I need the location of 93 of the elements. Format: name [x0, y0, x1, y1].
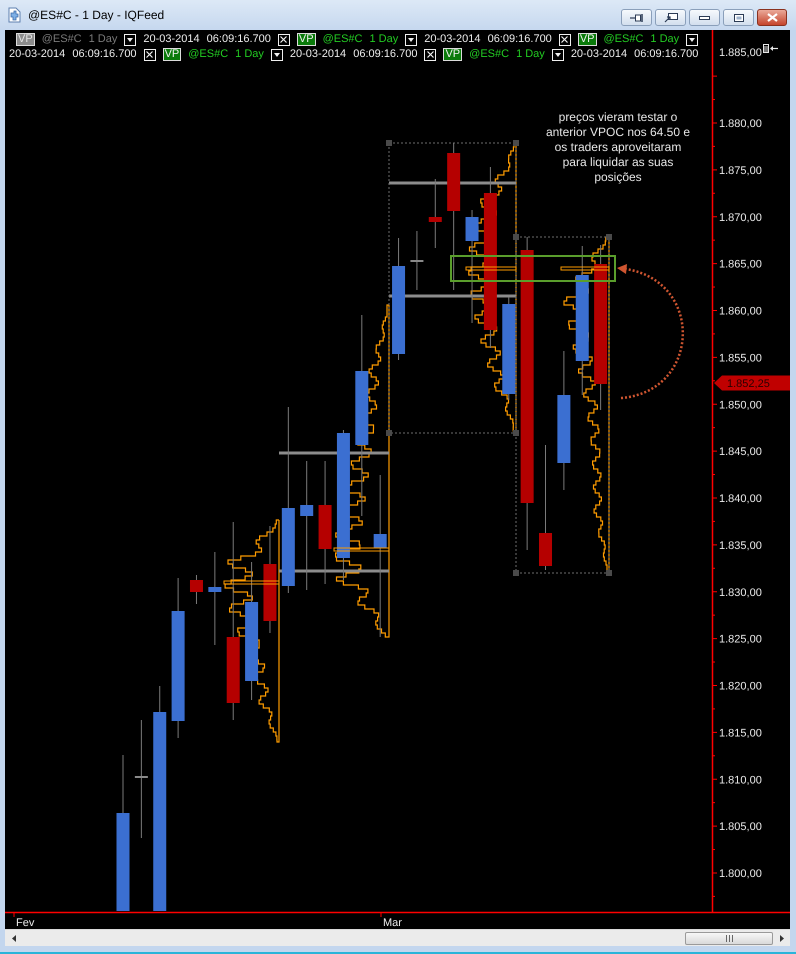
close-button[interactable] [278, 34, 290, 46]
annotation-text: preços vieram testar o anterior VPOC nos 64.50 e os traders aproveitaram para liquidar as suas posições [544, 110, 692, 185]
poc-line [224, 580, 280, 584]
symbol-label: @ES#C [604, 33, 644, 46]
caret-icon [408, 38, 414, 42]
dropdown-button[interactable] [124, 34, 136, 46]
price-label: 1.850,00 [719, 399, 762, 412]
interval-label: 1 Day [650, 33, 680, 46]
horizontal-scrollbar[interactable] [5, 929, 790, 946]
handle-icon[interactable] [513, 140, 519, 146]
popout-button[interactable] [655, 9, 686, 26]
window-title: @ES#C - 1 Day - IQFeed [28, 8, 164, 22]
close-icon [561, 36, 568, 43]
poc-line [466, 266, 516, 270]
price-label: 1.880,00 [719, 118, 762, 130]
price-label: 1.845,00 [719, 446, 762, 458]
price-label: 1.835,00 [719, 540, 762, 552]
symbol-label: @ES#C [322, 33, 362, 46]
close-icon [766, 13, 778, 22]
candle [190, 574, 203, 604]
close-button[interactable] [424, 48, 436, 60]
minimize-icon [699, 16, 710, 20]
close-button[interactable] [144, 48, 156, 60]
dropdown-button[interactable] [405, 34, 418, 46]
handle-icon[interactable] [386, 140, 392, 146]
price-label: 1.810,00 [719, 774, 762, 786]
price-label: 1.875,00 [719, 164, 762, 177]
close-icon [146, 51, 154, 58]
app-icon[interactable] [6, 7, 22, 23]
maximize-icon [734, 14, 744, 22]
poc-line [334, 548, 390, 552]
price-label: 1.865,00 [719, 258, 762, 271]
price-label: 1.855,00 [719, 352, 762, 364]
interval-label: 1 Day [235, 48, 264, 61]
price-label: 1.825,00 [719, 634, 762, 646]
price-label: 1.860,00 [719, 306, 762, 318]
price-label: 1.820,00 [719, 680, 762, 692]
timestamp-label: 20-03-2014 06:09:16.700 [570, 48, 698, 61]
indicator-toggle[interactable]: VP [578, 33, 596, 46]
price-label: 1.805,00 [719, 821, 762, 834]
close-button[interactable] [558, 34, 571, 46]
caret-icon [127, 38, 134, 42]
indicator-toggle[interactable]: VP [443, 48, 462, 61]
scrollbar-thumb[interactable] [685, 932, 773, 944]
price-label: 1.870,00 [719, 212, 762, 224]
symbol-label: @ES#C [42, 33, 82, 46]
list-arrow-icon[interactable] [763, 44, 778, 53]
price-label: 1.885,00 [719, 47, 762, 60]
candle [428, 178, 442, 248]
close-window-button[interactable] [757, 9, 787, 26]
date-label: Fev [16, 917, 34, 929]
interval-label: 1 Day [88, 33, 118, 46]
timestamp-label: 20-03-2014 06:09:16.700 [9, 48, 137, 61]
date-label: Mar [383, 917, 402, 929]
caret-icon [689, 38, 696, 42]
timestamp-label: 20-03-2014 06:09:16.700 [424, 33, 552, 46]
timestamp-label: 20-03-2014 06:09:16.700 [143, 33, 271, 46]
price-label: 1.815,00 [719, 727, 762, 740]
indicator-toggle[interactable]: VP [16, 33, 35, 46]
handle-icon[interactable] [606, 234, 612, 240]
poc-line [560, 266, 610, 270]
right-arrow-icon [780, 934, 784, 942]
handle-icon[interactable] [386, 430, 392, 436]
pin-button[interactable] [621, 9, 652, 26]
minimize-button[interactable] [689, 9, 720, 26]
price-label: 1.830,00 [719, 586, 762, 599]
pin-icon [630, 14, 644, 22]
grip-icon [726, 934, 732, 942]
close-icon [280, 36, 288, 43]
interval-label: 1 Day [370, 33, 398, 46]
dropdown-button[interactable] [552, 48, 564, 60]
indicator-toggle[interactable]: VP [296, 33, 316, 46]
price-label: 1.840,00 [719, 493, 762, 505]
close-icon [426, 51, 434, 58]
dropdown-button[interactable] [686, 34, 698, 46]
candle [410, 230, 424, 290]
handle-icon[interactable] [513, 570, 519, 576]
price-label: 1.800,00 [719, 868, 762, 880]
handle-icon[interactable] [513, 430, 519, 436]
window-arrow-icon [664, 12, 678, 22]
handle-icon[interactable] [513, 234, 519, 240]
interval-label: 1 Day [516, 48, 545, 61]
indicator-toggle[interactable]: VP [162, 48, 182, 61]
price-tag: 1.852,25 [714, 376, 790, 390]
maximize-button[interactable] [723, 9, 754, 26]
symbol-label: @ES#C [469, 48, 510, 61]
timestamp-label: 20-03-2014 06:09:16.700 [290, 48, 418, 61]
handle-icon[interactable] [606, 570, 612, 576]
caret-icon [554, 52, 561, 56]
symbol-label: @ES#C [188, 48, 228, 61]
caret-icon [274, 52, 280, 56]
dropdown-button[interactable] [270, 48, 283, 60]
left-arrow-icon [12, 934, 16, 942]
